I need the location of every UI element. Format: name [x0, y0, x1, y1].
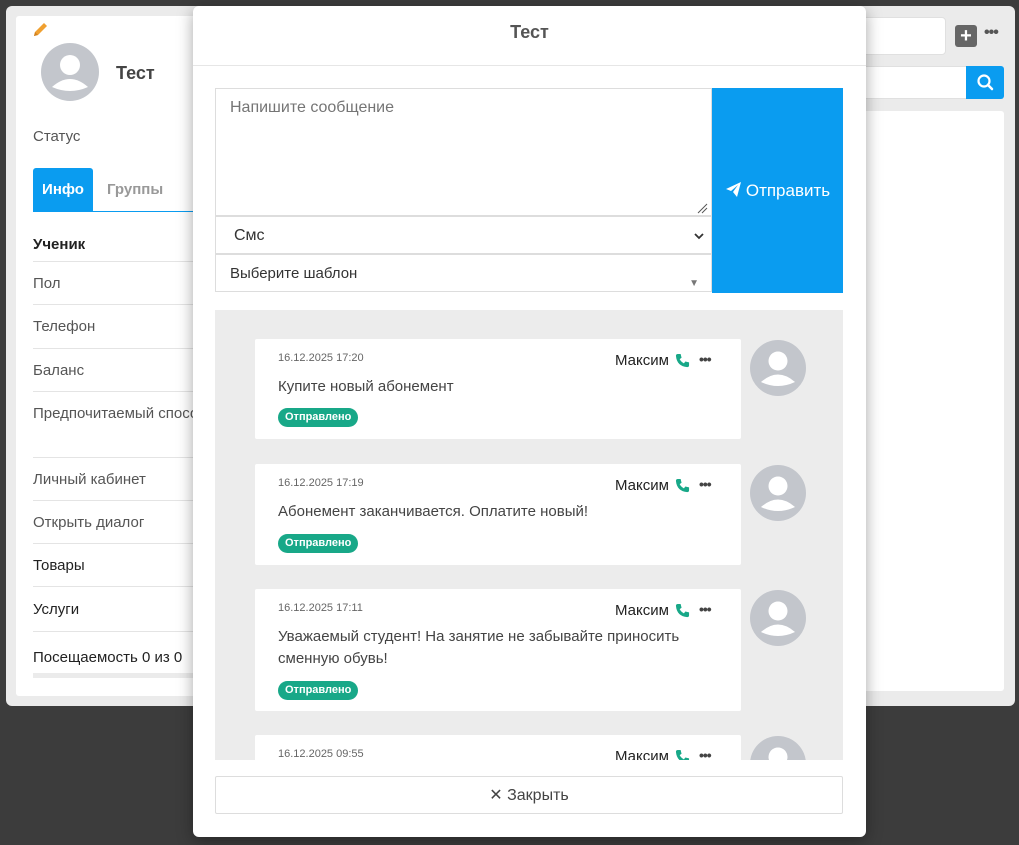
background-panel: [860, 111, 1004, 691]
info-row-phone: Телефон: [33, 305, 196, 349]
message-author: Максим: [615, 352, 669, 369]
message-author: Максим: [615, 748, 669, 760]
profile-tabs: Инфо Группы: [33, 168, 196, 212]
info-row-contact-method: Предпочитаемый способ связи: [33, 392, 196, 458]
message-menu-button[interactable]: •••: [699, 601, 712, 617]
send-button[interactable]: Отправить: [712, 88, 843, 293]
message-date: 16.12.2025 17:11: [278, 602, 363, 614]
avatar-icon: [750, 736, 806, 760]
info-row-services[interactable]: Услуги: [33, 587, 196, 632]
message-text: Уважаемый студент! На занятие не забывай…: [278, 628, 680, 667]
template-select-value: Выберите шаблон: [230, 265, 358, 282]
modal-header: Тест: [193, 6, 866, 66]
profile-name: Тест: [116, 63, 155, 83]
message-text: Купите новый абонемент: [278, 378, 454, 395]
status-badge: Отправлено: [278, 408, 359, 427]
info-row-attendance: Посещаемость 0 из 0: [33, 649, 183, 666]
message-text: Абонемент заканчивается. Оплатите новый!: [278, 503, 589, 520]
chevron-down-icon: [694, 233, 704, 240]
avatar-icon: [750, 465, 806, 521]
message-menu-button[interactable]: •••: [699, 351, 712, 367]
status-label[interactable]: Статус: [33, 128, 80, 145]
message-card: 16.12.2025 17:11 Максим ••• Уважаемый ст…: [255, 589, 741, 711]
template-select[interactable]: Выберите шаблон ▼: [215, 254, 712, 292]
message-menu-button[interactable]: •••: [699, 747, 712, 760]
channel-select[interactable]: Смс: [215, 216, 712, 254]
phone-icon: [675, 478, 690, 493]
close-button-label: Закрыть: [507, 787, 569, 804]
info-row-balance: Баланс: [33, 349, 196, 392]
more-menu-button[interactable]: •••: [984, 24, 999, 42]
message-date: 16.12.2025 17:20: [278, 352, 364, 364]
message-card: 16.12.2025 17:20 Максим ••• Купите новый…: [255, 339, 741, 439]
message-input[interactable]: [215, 88, 712, 216]
background-search-input[interactable]: [860, 66, 967, 99]
resize-grip-icon[interactable]: [696, 202, 708, 214]
messages-modal: Тест Смс Выберите шаблон ▼ Отправить 16.…: [193, 6, 866, 837]
tab-groups[interactable]: Группы: [107, 168, 163, 212]
message-list[interactable]: 16.12.2025 17:20 Максим ••• Купите новый…: [215, 310, 843, 760]
caret-down-icon: ▼: [689, 278, 699, 289]
modal-title: Тест: [510, 22, 549, 42]
search-icon: [977, 74, 994, 91]
message-date: 16.12.2025 09:55: [278, 748, 364, 760]
search-button[interactable]: [966, 66, 1004, 99]
message-author: Максим: [615, 477, 669, 494]
paper-plane-icon: [725, 182, 741, 197]
pencil-icon[interactable]: [32, 20, 50, 38]
message-card: 16.12.2025 17:19 Максим ••• Абонемент за…: [255, 464, 741, 565]
info-row-gender: Пол: [33, 262, 196, 305]
status-badge: Отправлено: [278, 681, 359, 700]
status-badge: Отправлено: [278, 534, 359, 553]
send-button-label: Отправить: [745, 181, 831, 200]
channel-select-value: Смс: [234, 227, 265, 244]
tab-info[interactable]: Инфо: [33, 168, 93, 212]
avatar-icon: [750, 590, 806, 646]
close-x-icon: ✕: [489, 787, 503, 804]
info-row-goods[interactable]: Товары: [33, 544, 196, 587]
message-card: 16.12.2025 09:55 Максим •••: [255, 735, 741, 760]
close-button[interactable]: ✕ Закрыть: [215, 776, 843, 814]
phone-icon: [675, 603, 690, 618]
message-menu-button[interactable]: •••: [699, 476, 712, 492]
avatar-icon: [41, 43, 99, 101]
phone-icon: [675, 353, 690, 368]
message-date: 16.12.2025 17:19: [278, 477, 364, 489]
info-row-open-dialog[interactable]: Открыть диалог: [33, 501, 196, 544]
plus-icon[interactable]: +: [955, 25, 977, 47]
info-row-cabinet[interactable]: Личный кабинет: [33, 458, 196, 501]
background-input[interactable]: [860, 17, 946, 55]
info-row-student: Ученик: [33, 226, 196, 262]
attendance-bar: [33, 673, 196, 678]
avatar-icon: [750, 340, 806, 396]
message-author: Максим: [615, 602, 669, 619]
phone-icon: [675, 749, 690, 760]
